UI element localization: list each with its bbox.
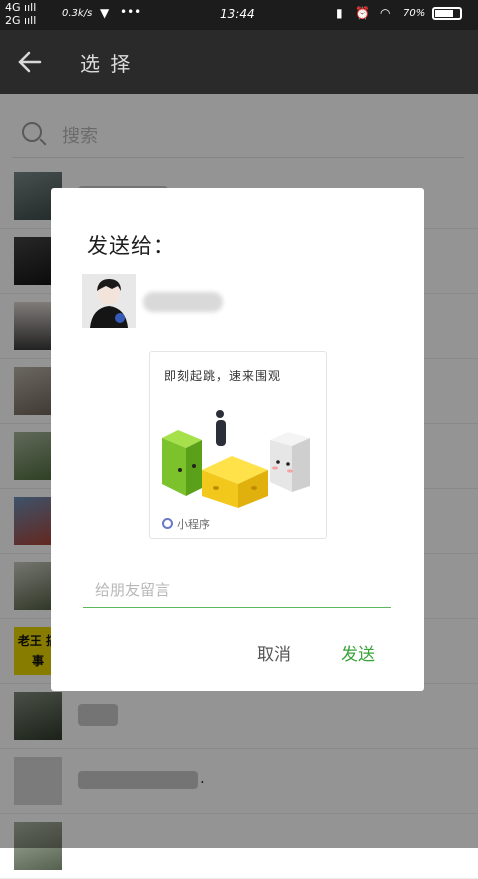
message-input[interactable] <box>83 572 391 608</box>
signal-2g: 2G ııll <box>5 14 37 27</box>
back-arrow-icon[interactable] <box>16 48 44 76</box>
cancel-button[interactable]: 取消 <box>253 636 295 669</box>
dialog-title: 发送给： <box>87 234 175 258</box>
send-button[interactable]: 发送 <box>337 636 379 669</box>
card-footer-label: 小程序 <box>177 518 210 531</box>
recipient-name-redacted <box>143 292 223 312</box>
wifi-icon: ◠ <box>380 6 391 20</box>
alarm-icon: ⏰ <box>355 6 370 20</box>
nav-bar: 选 择 <box>0 30 478 94</box>
mini-program-icon <box>162 518 173 529</box>
mini-program-card: 即刻起跳，速来围观 小程序 <box>149 351 327 539</box>
card-footer: 小程序 <box>162 516 210 532</box>
page-title: 选 择 <box>80 52 133 76</box>
card-title: 即刻起跳，速来围观 <box>164 369 282 383</box>
share-dialog: 发送给： 即刻起跳，速来围观 小程序 给朋友留言 取消 发送 <box>51 188 424 691</box>
more-notifications: ••• <box>120 5 142 19</box>
clock: 13:44 <box>220 7 255 21</box>
shield-icon: ▼ <box>100 6 110 20</box>
signal-4g: 4G ııll <box>5 1 37 14</box>
recipient-avatar <box>82 274 136 328</box>
battery-icon <box>432 7 462 20</box>
battery-percent: 70% <box>403 8 426 19</box>
battery-saver-icon: ▮ <box>336 6 343 20</box>
network-speed: 0.3k/s <box>62 8 93 19</box>
status-bar: 4G ııll 2G ııll 0.3k/s ▼ ••• 13:44 ▮ ⏰ ◠… <box>0 0 478 30</box>
game-illustration <box>158 404 318 508</box>
signal-indicators: 4G ııll 2G ııll <box>5 1 36 27</box>
battery-fill <box>435 10 454 17</box>
